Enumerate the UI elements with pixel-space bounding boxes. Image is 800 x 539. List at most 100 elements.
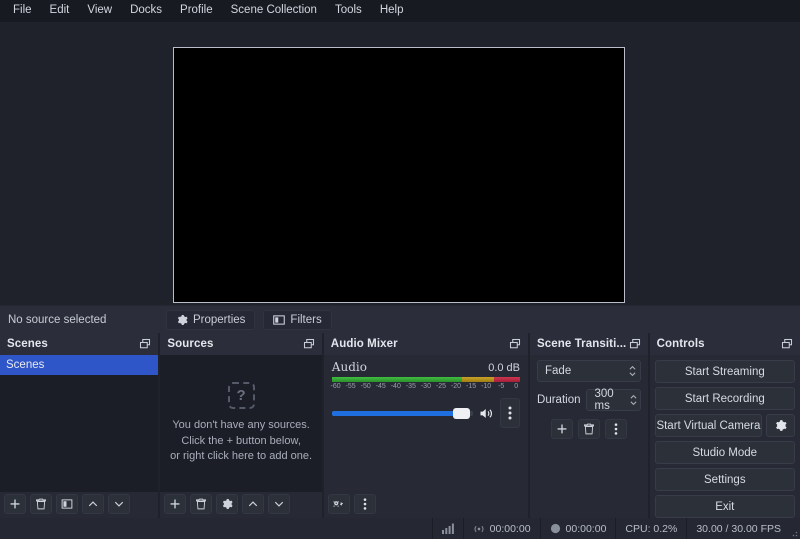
audio-mixer-header: Audio Mixer (323, 333, 529, 355)
dock-audio-mixer: Audio Mixer Audio 0.0 dB -60 -55 -50 -45… (323, 333, 529, 518)
menu-profile[interactable]: Profile (171, 2, 222, 20)
menu-help[interactable]: Help (371, 2, 413, 20)
sources-empty-state[interactable]: ? You don't have any sources. Click the … (160, 355, 322, 492)
transition-toolbar (537, 419, 641, 439)
meter-tick: -20 (450, 383, 462, 390)
sources-body[interactable]: ? You don't have any sources. Click the … (160, 355, 322, 492)
duration-label: Duration (537, 394, 581, 406)
menu-file[interactable]: File (4, 2, 41, 20)
remove-transition-button[interactable] (577, 419, 600, 439)
audio-channel-name: Audio (331, 360, 367, 374)
duration-row: Duration 300 ms (537, 388, 641, 412)
meter-yellow-zone (461, 377, 494, 382)
move-source-up-button[interactable] (242, 493, 265, 514)
menu-tools[interactable]: Tools (326, 2, 371, 20)
float-dock-icon[interactable] (303, 338, 315, 350)
stream-time-label: 00:00:00 (489, 522, 531, 535)
source-toolbar: No source selected Properties Filters (0, 305, 800, 333)
float-dock-icon[interactable] (781, 338, 793, 350)
float-dock-icon[interactable] (509, 338, 521, 350)
add-transition-button[interactable] (550, 419, 573, 439)
scene-transitions-title: Scene Transiti... (537, 338, 627, 350)
scene-list-item[interactable]: Scenes (0, 355, 159, 375)
meter-tick: 0 (514, 383, 519, 390)
float-dock-icon[interactable] (629, 338, 641, 350)
stream-time-cell: 00:00:00 (462, 518, 540, 539)
menu-view[interactable]: View (78, 2, 121, 20)
float-dock-icon[interactable] (139, 338, 151, 350)
volume-slider-handle[interactable] (453, 407, 471, 419)
meter-tick: -50 (360, 383, 371, 390)
audio-mixer-toolbar (324, 492, 528, 518)
start-streaming-button[interactable]: Start Streaming (654, 360, 796, 383)
dock-scenes: Scenes Scenes (0, 333, 159, 518)
gear-icon (176, 314, 188, 326)
properties-button-label: Properties (193, 313, 246, 326)
filters-icon (273, 314, 286, 326)
remove-scene-button[interactable] (30, 493, 52, 514)
dock-sources: Sources ? You don't have any sources. Cl… (160, 333, 322, 518)
preview-area[interactable] (0, 22, 800, 305)
virtual-camera-settings-button[interactable] (766, 414, 796, 437)
meter-tick: -55 (345, 383, 356, 390)
menu-docks[interactable]: Docks (121, 2, 171, 20)
meter-green-zone (331, 377, 462, 382)
audio-channel-menu-button[interactable] (500, 398, 521, 428)
resize-grip[interactable] (790, 518, 800, 539)
signal-bars-icon (441, 523, 454, 534)
settings-button[interactable]: Settings (654, 468, 796, 491)
audio-mixer-body: Audio 0.0 dB -60 -55 -50 -45 -40 -35 -30… (323, 355, 529, 492)
move-source-down-button[interactable] (268, 493, 291, 514)
fps-cell: 30.00 / 30.00 FPS (686, 518, 790, 539)
exit-button[interactable]: Exit (654, 495, 796, 518)
meter-tick: -45 (375, 383, 386, 390)
record-time-cell: 00:00:00 (539, 518, 616, 539)
meter-tick: -25 (435, 383, 447, 390)
duration-spinner[interactable]: 300 ms (586, 388, 641, 412)
stream-icon (473, 524, 485, 534)
duration-value: 300 ms (594, 388, 614, 412)
volume-slider[interactable] (331, 406, 474, 420)
record-icon (550, 523, 561, 534)
studio-mode-button[interactable]: Studio Mode (654, 441, 796, 464)
start-virtual-camera-button[interactable]: Start Virtual Camera (654, 414, 763, 437)
menu-scene-collection[interactable]: Scene Collection (222, 2, 326, 20)
mute-speaker-icon[interactable] (479, 407, 494, 420)
transition-menu-button[interactable] (604, 419, 627, 439)
audio-mixer-menu-button[interactable] (353, 493, 376, 514)
sources-title: Sources (167, 338, 214, 350)
filters-button[interactable]: Filters (263, 309, 332, 330)
move-scene-down-button[interactable] (108, 493, 130, 514)
menu-edit[interactable]: Edit (41, 2, 79, 20)
status-bar: 00:00:00 00:00:00 CPU: 0.2% 30.00 / 30.0… (0, 518, 800, 539)
sources-header: Sources (160, 333, 322, 355)
controls-body: Start Streaming Start Recording Start Vi… (650, 355, 800, 518)
meter-tick: -35 (405, 383, 416, 390)
scenes-list[interactable]: Scenes (0, 355, 159, 492)
preview-canvas[interactable] (173, 47, 625, 303)
meter-tick: -40 (390, 383, 401, 390)
volume-slider-fill (331, 410, 457, 416)
transition-select[interactable]: Fade (537, 360, 641, 382)
properties-button[interactable]: Properties (166, 309, 256, 330)
scene-filters-button[interactable] (56, 493, 78, 514)
sources-empty-line2: Click the + button below, (181, 434, 301, 447)
transition-select-value: Fade (545, 365, 572, 377)
chevron-updown-icon (629, 364, 636, 378)
audio-mixer-title: Audio Mixer (330, 338, 398, 350)
audio-level-meter (331, 377, 521, 382)
menu-bar: File Edit View Docks Profile Scene Colle… (0, 0, 800, 22)
advanced-audio-properties-button[interactable] (327, 493, 350, 514)
filters-button-label: Filters (290, 313, 322, 326)
start-recording-button[interactable]: Start Recording (654, 387, 796, 410)
add-source-button[interactable] (164, 493, 187, 514)
source-properties-button[interactable] (216, 493, 239, 514)
move-scene-up-button[interactable] (82, 493, 104, 514)
dock-scene-transitions: Scene Transiti... Fade Duration 300 ms (530, 333, 648, 518)
scenes-body[interactable]: Scenes (0, 355, 159, 492)
virtual-camera-row: Start Virtual Camera (654, 414, 796, 437)
cpu-usage-cell: CPU: 0.2% (615, 518, 686, 539)
add-scene-button[interactable] (4, 493, 26, 514)
remove-source-button[interactable] (190, 493, 213, 514)
chevron-updown-icon[interactable] (630, 393, 637, 407)
